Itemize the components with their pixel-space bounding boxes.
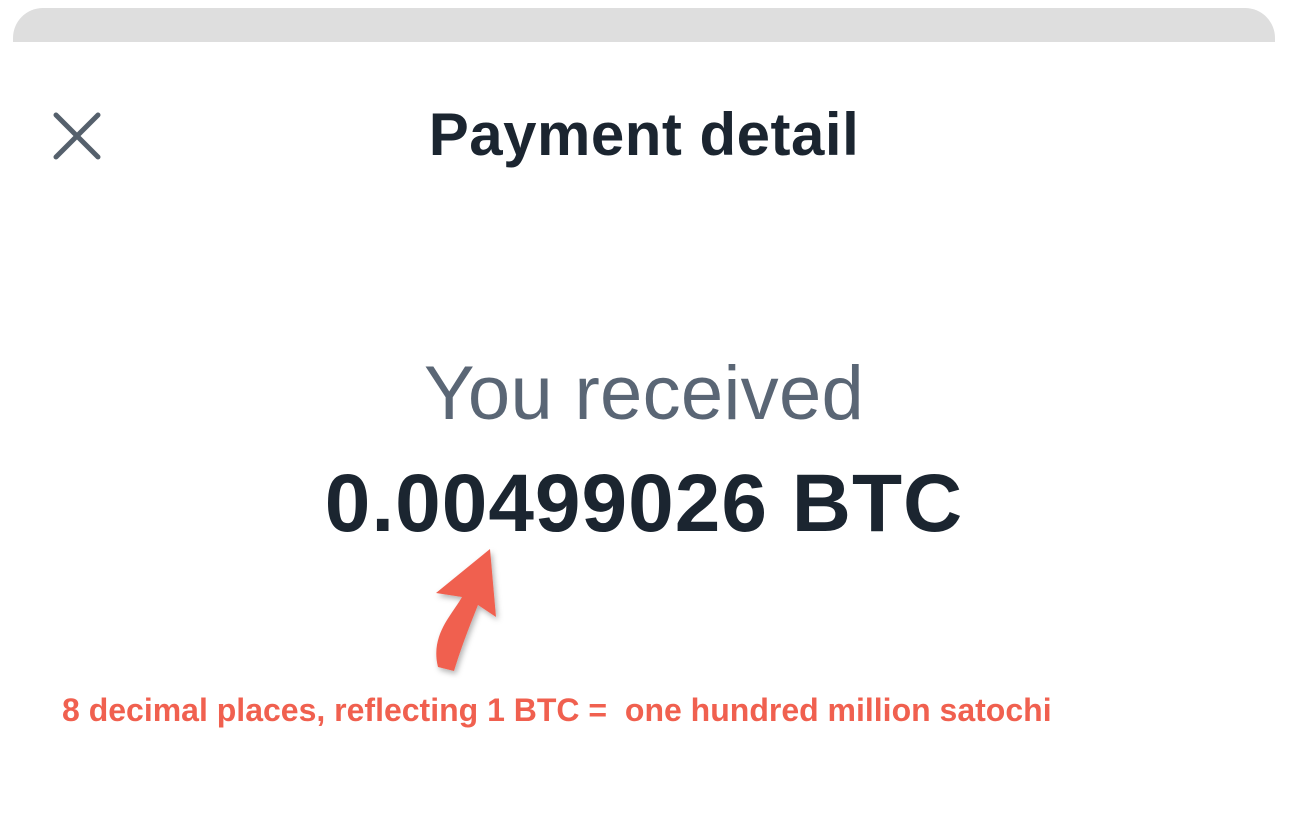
received-amount: 0.00499026 BTC (324, 458, 964, 549)
received-label: You received (423, 351, 865, 436)
annotation-text: 8 decimal places, reflecting 1 BTC = one… (62, 692, 1052, 728)
page-title: Payment detail (428, 101, 860, 168)
arrow-annotation-icon (436, 549, 496, 671)
